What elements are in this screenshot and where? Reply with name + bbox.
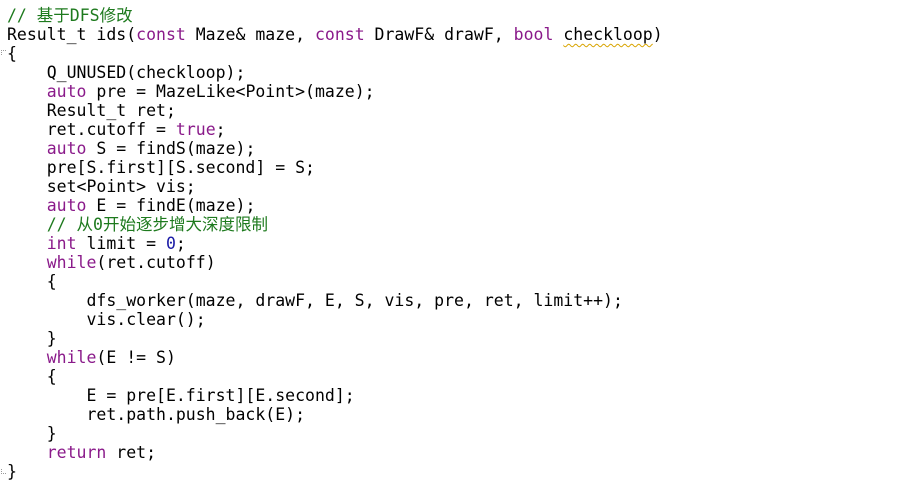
code-keyword: true bbox=[175, 120, 216, 139]
code-token: dfs_worker(maze, drawF, E, S, vis, pre, … bbox=[7, 291, 623, 310]
code-line[interactable]: { bbox=[7, 367, 663, 386]
fold-marker-icon[interactable] bbox=[1, 50, 6, 55]
code-keyword: int bbox=[46, 234, 77, 253]
code-token: pre[S.first][S.second] = S; bbox=[7, 158, 315, 177]
code-token: ; bbox=[215, 120, 226, 139]
code-line[interactable]: E = pre[E.first][E.second]; bbox=[7, 386, 663, 405]
code-token: ret.path.push_back(E); bbox=[7, 405, 306, 424]
code-line[interactable]: Q_UNUSED(checkloop); bbox=[7, 63, 663, 82]
code-line[interactable]: while(E != S) bbox=[7, 348, 663, 367]
code-token: Result_t ret; bbox=[7, 101, 176, 120]
code-line[interactable]: vis.clear(); bbox=[7, 310, 663, 329]
code-token: ret; bbox=[106, 443, 157, 462]
code-token: set<Point> vis; bbox=[7, 177, 196, 196]
code-keyword: return bbox=[46, 443, 107, 462]
code-token: } bbox=[7, 424, 57, 443]
code-text-area[interactable]: // 基于DFS修改 Result_t ids(const Maze& maze,… bbox=[7, 6, 663, 481]
code-token: (E != S) bbox=[96, 348, 176, 367]
code-line[interactable]: while(ret.cutoff) bbox=[7, 253, 663, 272]
code-line[interactable]: // 从0开始逐步增大深度限制 bbox=[7, 215, 663, 234]
code-line[interactable]: auto E = findE(maze); bbox=[7, 196, 663, 215]
code-token: pre = MazeLike<Point>(maze); bbox=[86, 82, 375, 101]
code-token: ; bbox=[175, 234, 186, 253]
code-keyword: auto bbox=[46, 139, 87, 158]
code-line[interactable]: ret.path.push_back(E); bbox=[7, 405, 663, 424]
code-token: E = findE(maze); bbox=[86, 196, 256, 215]
code-line[interactable]: } bbox=[7, 329, 663, 348]
code-token: Maze& maze, bbox=[185, 25, 315, 44]
code-keyword: bool bbox=[513, 25, 554, 44]
code-line[interactable]: Result_t ret; bbox=[7, 101, 663, 120]
code-token: vis.clear(); bbox=[7, 310, 206, 329]
code-line[interactable]: } bbox=[7, 424, 663, 443]
code-line[interactable]: auto S = findS(maze); bbox=[7, 139, 663, 158]
code-line[interactable]: auto pre = MazeLike<Point>(maze); bbox=[7, 82, 663, 101]
code-editor[interactable]: // 基于DFS修改 Result_t ids(const Maze& maze,… bbox=[0, 0, 904, 495]
code-keyword: while bbox=[46, 253, 97, 272]
code-token: (ret.cutoff) bbox=[96, 253, 216, 272]
code-token: DrawF& drawF, bbox=[364, 25, 514, 44]
code-token: { bbox=[7, 272, 57, 291]
code-token: limit = bbox=[76, 234, 166, 253]
code-line[interactable]: dfs_worker(maze, drawF, E, S, vis, pre, … bbox=[7, 291, 663, 310]
code-token: { bbox=[7, 367, 57, 386]
code-keyword: const bbox=[136, 25, 186, 44]
code-comment: // 基于DFS修改 bbox=[7, 6, 133, 25]
code-token: E = pre[E.first][E.second]; bbox=[7, 386, 355, 405]
code-line[interactable]: { bbox=[7, 272, 663, 291]
code-line[interactable]: int limit = 0; bbox=[7, 234, 663, 253]
code-token: Q_UNUSED(checkloop); bbox=[7, 63, 246, 82]
code-line[interactable]: { bbox=[7, 44, 663, 63]
code-line[interactable]: ret.cutoff = true; bbox=[7, 120, 663, 139]
code-number: 0 bbox=[165, 234, 176, 253]
code-line[interactable]: pre[S.first][S.second] = S; bbox=[7, 158, 663, 177]
code-line[interactable]: } bbox=[7, 462, 663, 481]
code-token: } bbox=[7, 329, 57, 348]
code-token: { bbox=[7, 44, 17, 63]
code-line[interactable]: // 基于DFS修改 bbox=[7, 6, 663, 25]
code-comment: // 从0开始逐步增大深度限制 bbox=[7, 215, 268, 234]
code-keyword: auto bbox=[46, 82, 87, 101]
code-keyword: while bbox=[46, 348, 97, 367]
code-token: S = findS(maze); bbox=[86, 139, 256, 158]
code-token: } bbox=[7, 462, 17, 481]
code-token: ret.cutoff = bbox=[7, 120, 176, 139]
code-token: checkloop bbox=[563, 25, 653, 44]
fold-end-marker-icon bbox=[1, 469, 6, 474]
code-line[interactable]: set<Point> vis; bbox=[7, 177, 663, 196]
code-line[interactable]: return ret; bbox=[7, 443, 663, 462]
code-keyword: const bbox=[314, 25, 365, 44]
code-keyword: auto bbox=[46, 196, 87, 215]
code-line[interactable]: Result_t ids(const Maze& maze, const Dra… bbox=[7, 25, 663, 44]
code-token: Result_t ids( bbox=[7, 25, 137, 44]
code-token: ) bbox=[652, 25, 663, 44]
